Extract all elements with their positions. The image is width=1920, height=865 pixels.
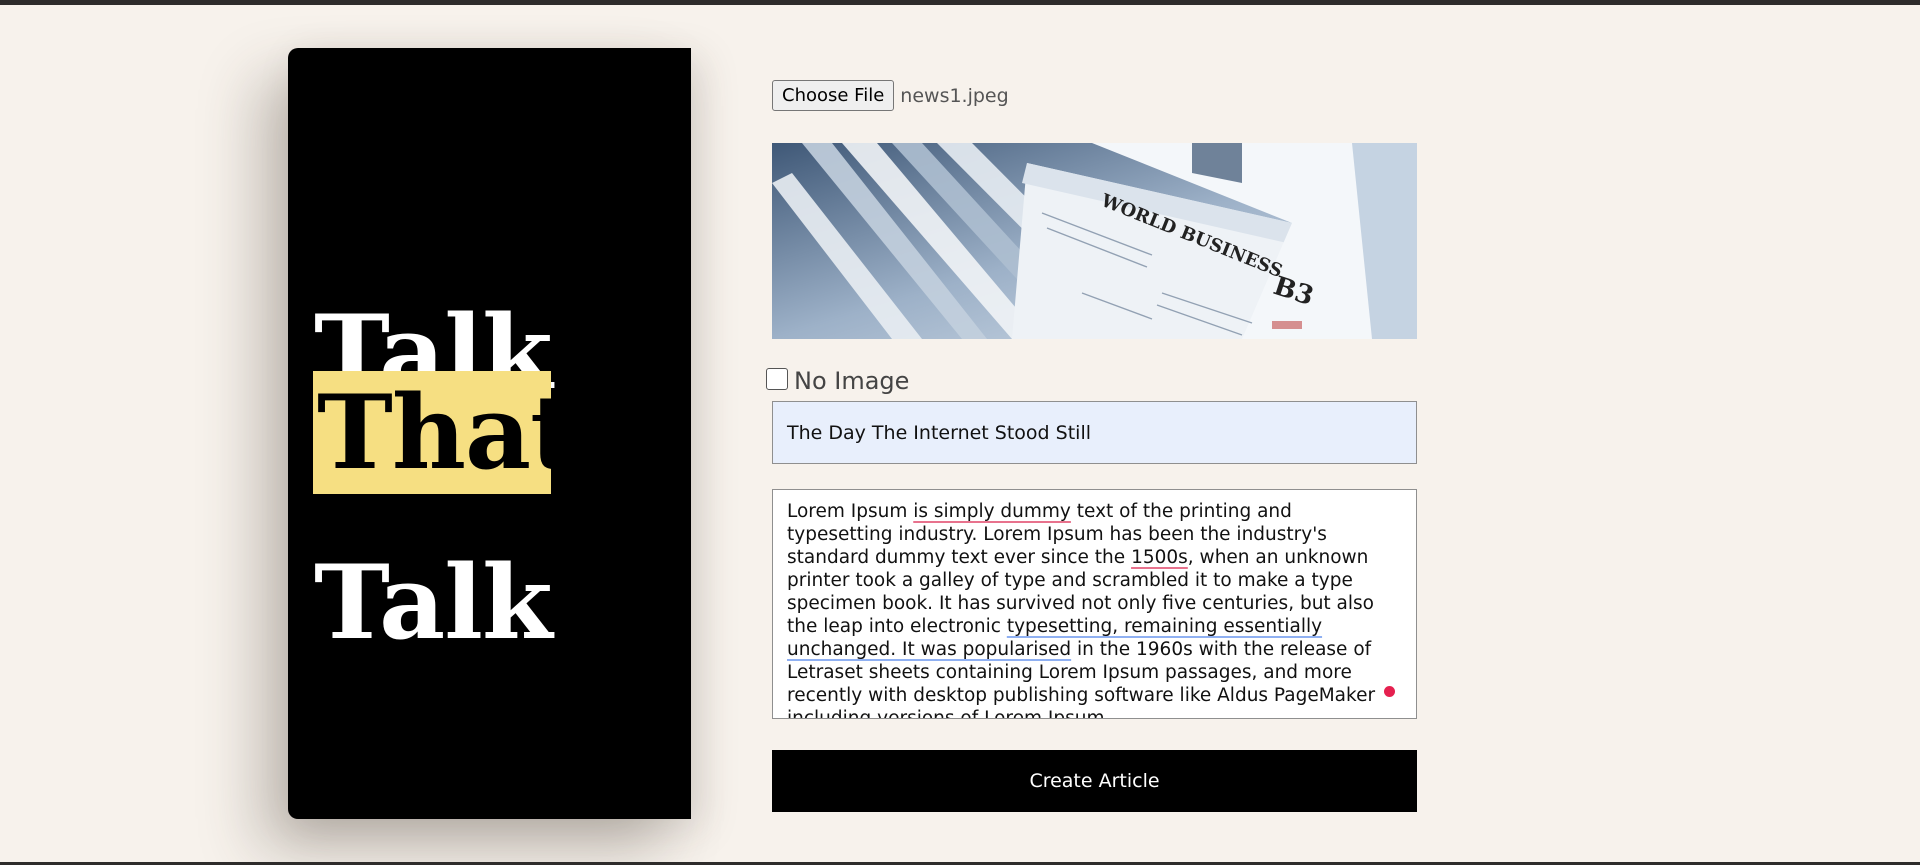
spellcheck-flag: is simply dummy [913,501,1071,522]
cursor-indicator [1384,686,1395,697]
no-image-label: No Image [794,367,910,395]
image-preview: WORLD BUSINESS B3 [772,143,1417,339]
create-article-button[interactable]: Create Article [772,750,1417,812]
body-text-segment: Lorem Ipsum [787,501,914,522]
spellcheck-flag: 1500s [1131,547,1188,568]
top-border [0,0,1920,5]
choose-file-button[interactable]: Choose File [772,80,895,111]
article-title-input[interactable]: The Day The Internet Stood Still [772,401,1417,464]
file-picker: Choose File news1.jpeg [772,80,1009,111]
article-title-value: The Day The Internet Stood Still [787,421,1091,444]
brand-word-that-highlighted: That [313,371,577,494]
article-body-textarea[interactable]: Lorem Ipsum is simply dummy text of the … [772,489,1417,719]
brand-word-talk-bottom: Talk [314,543,553,663]
no-image-checkbox[interactable] [766,368,788,390]
brand-panel: Talk That Talk [288,48,691,819]
no-image-option: No Image [766,365,910,395]
selected-file-name: news1.jpeg [900,84,1009,107]
newspaper-photo: WORLD BUSINESS B3 [772,143,1417,339]
